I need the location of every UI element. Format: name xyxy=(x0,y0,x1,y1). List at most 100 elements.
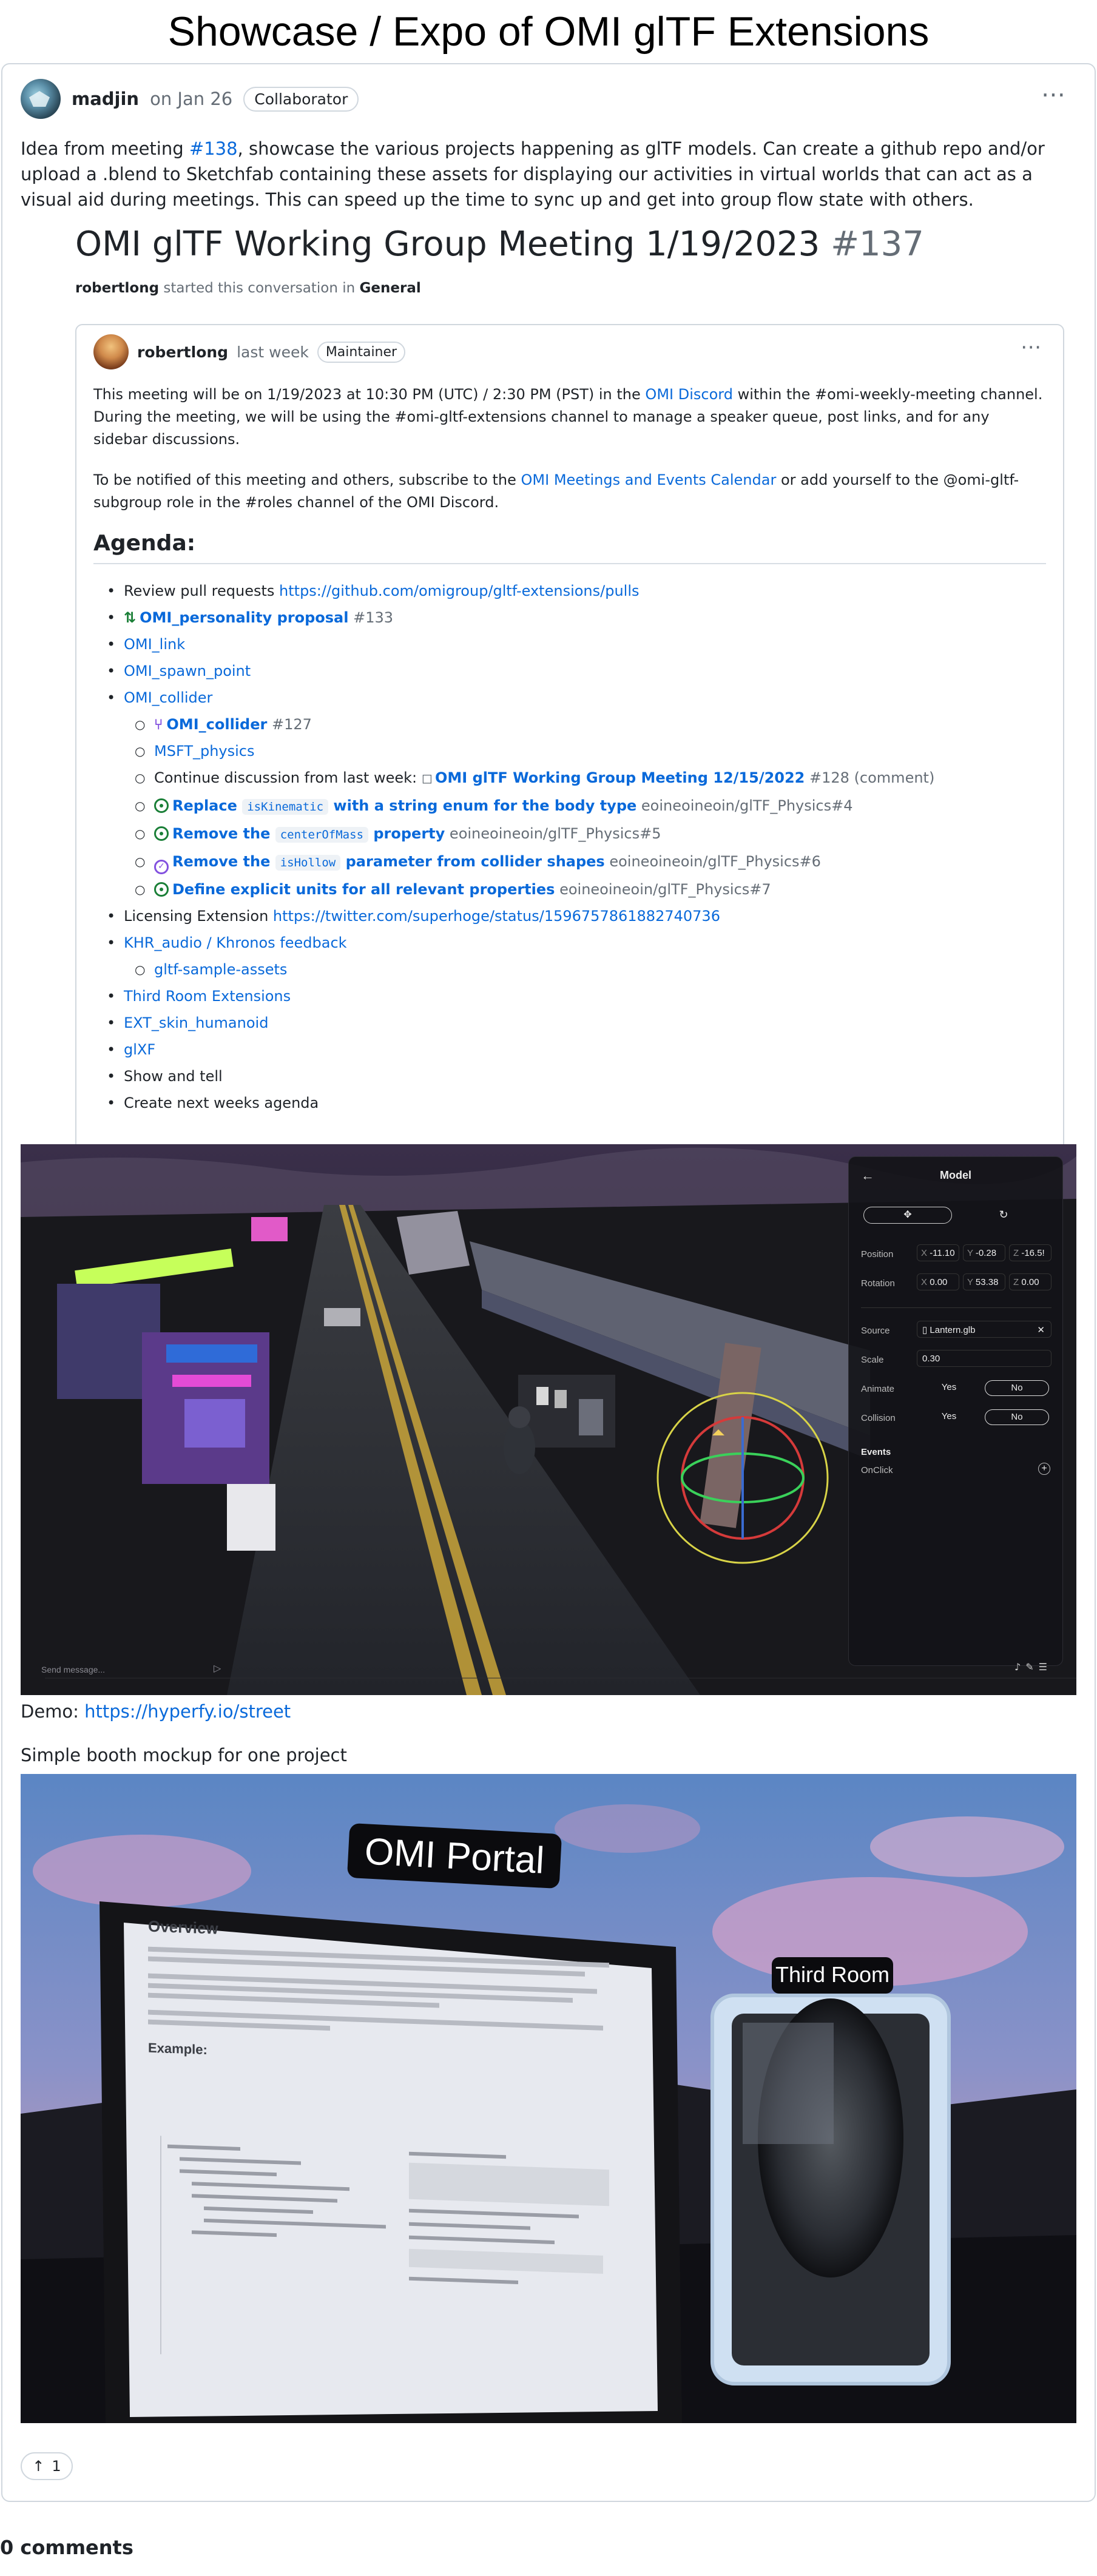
rotation-z-input[interactable]: Z 0.00 xyxy=(1009,1273,1051,1290)
onclick-label: OnClick xyxy=(861,1465,893,1475)
rotate-tool-button[interactable]: ↻ xyxy=(959,1207,1048,1224)
embed-card-date: last week xyxy=(237,343,309,361)
personality-ref: OMI_personality proposal xyxy=(140,609,349,626)
ext-skin-link: EXT_skin_humanoid xyxy=(124,1014,269,1031)
collision-yes-button[interactable]: Yes xyxy=(917,1409,981,1425)
add-event-icon[interactable]: + xyxy=(1038,1463,1050,1475)
avatar xyxy=(93,334,129,369)
list-item: EXT_skin_humanoid xyxy=(107,1010,1046,1036)
pull-request-icon: ⇅ xyxy=(124,609,137,626)
msft-physics-link: MSFT_physics xyxy=(154,743,255,760)
list-item: ⑂OMI_collider #127 xyxy=(135,711,1046,738)
pulls-link: https://github.com/omigroup/gltf-extensi… xyxy=(279,582,640,599)
text-line xyxy=(148,2009,603,2031)
position-z-input[interactable]: Z -16.5! xyxy=(1009,1244,1051,1261)
author-name[interactable]: madjin xyxy=(72,89,139,109)
scale-label: Scale xyxy=(861,1355,884,1365)
meeting-138-link[interactable]: #138 xyxy=(189,138,238,159)
overview-document-panel: Overview Example: xyxy=(148,1917,646,2420)
embed-category: General xyxy=(359,280,421,296)
position-label: Position xyxy=(861,1249,894,1259)
notify-paragraph: To be notified of this meeting and other… xyxy=(93,469,1046,514)
booth-caption: Simple booth mockup for one project xyxy=(21,1745,347,1765)
animate-yes-button[interactable]: Yes xyxy=(917,1380,981,1396)
scale-value: 0.30 xyxy=(922,1354,940,1364)
page-title: Showcase / Expo of OMI glTF Extensions xyxy=(167,8,930,55)
menu-icon[interactable]: ☰ xyxy=(1039,1661,1052,1673)
rotation-x-input[interactable]: X 0.00 xyxy=(917,1273,959,1290)
demo-label: Demo: xyxy=(21,1701,85,1722)
discussion-icon: ◻ xyxy=(421,771,433,786)
position-y-input[interactable]: Y -0.28 xyxy=(963,1244,1005,1261)
more-options-icon[interactable]: ⋯ xyxy=(1041,83,1067,107)
panel-title: Model xyxy=(940,1169,971,1181)
list-item: Review pull requests https://github.com/… xyxy=(107,578,1046,604)
issue-repo: eoineoineoin/glTF_Physics#4 xyxy=(636,797,853,814)
list-item: ⇅OMI_personality proposal #133 xyxy=(107,604,1046,631)
post-date[interactable]: on Jan 26 xyxy=(150,89,232,109)
rotation-y-input[interactable]: Y 53.38 xyxy=(963,1273,1005,1290)
sample-assets-link: gltf-sample-assets xyxy=(154,961,288,978)
text: Show and tell xyxy=(124,1068,223,1085)
embed-title-text: OMI glTF Working Group Meeting 1/19/2023 xyxy=(75,224,820,264)
meeting-paragraph: This meeting will be on 1/19/2023 at 10:… xyxy=(93,383,1046,451)
events-heading: Events xyxy=(861,1447,891,1457)
issue-title: property xyxy=(368,825,445,842)
list-item: Licensing Extension https://twitter.com/… xyxy=(107,903,1046,929)
animate-no-button[interactable]: No xyxy=(985,1380,1049,1396)
list-item: glXF xyxy=(107,1036,1046,1063)
move-tool-button[interactable]: ✥ xyxy=(863,1207,952,1224)
mic-icon[interactable]: ♪ xyxy=(1014,1661,1025,1673)
omi-link-link: OMI_link xyxy=(124,636,186,653)
ref-number: #127 xyxy=(271,716,312,733)
merged-pr-icon: ⑂ xyxy=(154,716,163,733)
text: Create next weeks agenda xyxy=(124,1094,319,1111)
discussion-post: madjin on Jan 26 Collaborator ⋯ Idea fro… xyxy=(1,63,1096,2502)
toolbar-icons: ♪✎☰ xyxy=(1014,1661,1052,1673)
collision-label: Collision xyxy=(861,1413,896,1423)
embed-title: OMI glTF Working Group Meeting 1/19/2023… xyxy=(75,224,924,264)
rotation-x: 0.00 xyxy=(930,1277,948,1287)
embed-starter: robertlong xyxy=(75,280,160,296)
source-file-field[interactable]: ▯ Lantern.glb ✕ xyxy=(917,1321,1051,1338)
position-x-input[interactable]: X -11.10 xyxy=(917,1244,959,1261)
upvote-count: 1 xyxy=(52,2458,61,2475)
issue-title: Define explicit units for all relevant p… xyxy=(172,881,555,898)
send-icon[interactable]: ▷ xyxy=(214,1662,221,1674)
list-item: MSFT_physics xyxy=(135,738,1046,764)
calendar-link: OMI Meetings and Events Calendar xyxy=(521,471,777,488)
issue-title: parameter from collider shapes xyxy=(340,853,605,870)
source-label: Source xyxy=(861,1326,890,1336)
embed-number: #137 xyxy=(831,224,924,264)
issue-repo: eoineoineoin/glTF_Physics#7 xyxy=(555,881,771,898)
issue-title: with a string enum for the body type xyxy=(328,797,637,814)
list-item: Remove the centerOfMass property eoineoi… xyxy=(135,820,1046,848)
khr-audio-link: KHR_audio / Khronos feedback xyxy=(124,934,347,951)
collision-no-button[interactable]: No xyxy=(985,1409,1049,1425)
schema-column xyxy=(409,2145,627,2395)
spawn-point-link: OMI_spawn_point xyxy=(124,663,251,679)
embed-card-author: robertlong xyxy=(137,343,229,361)
post-body: Idea from meeting #138, showcase the var… xyxy=(21,136,1076,212)
embed-card-body: This meeting will be on 1/19/2023 at 10:… xyxy=(93,383,1046,1116)
edit-icon[interactable]: ✎ xyxy=(1025,1661,1038,1673)
list-item: Replace isKinematic with a string enum f… xyxy=(135,792,1046,820)
inline-code: isHollow xyxy=(275,855,341,871)
hyperfy-street-screenshot[interactable]: ← Model ✥ ↻ Position X -11.10 Y -0.28 Z … xyxy=(21,1144,1076,1695)
collider-sublist: ⑂OMI_collider #127 MSFT_physics Continue… xyxy=(135,711,1046,903)
demo-link[interactable]: https://hyperfy.io/street xyxy=(84,1701,291,1722)
inline-code: centerOfMass xyxy=(275,827,369,843)
collider-link: OMI_collider xyxy=(124,689,213,706)
upvote-button[interactable]: ↑ 1 xyxy=(21,2452,73,2480)
booth-mockup-screenshot[interactable]: OMI Portal Third Room Overview Example: xyxy=(21,1774,1076,2423)
clear-icon[interactable]: ✕ xyxy=(1037,1324,1045,1335)
scale-input[interactable]: 0.30 xyxy=(917,1350,1051,1367)
embedded-discussion-screenshot: OMI glTF Working Group Meeting 1/19/2023… xyxy=(21,216,1076,1168)
intro-text-start: Idea from meeting xyxy=(21,138,189,159)
embed-card: robertlong last week Maintainer ⋯ This m… xyxy=(75,324,1064,1168)
avatar[interactable] xyxy=(21,79,61,119)
model-inspector-panel: ← Model ✥ ↻ Position X -11.10 Y -0.28 Z … xyxy=(848,1156,1063,1666)
issue-repo: eoineoineoin/glTF_Physics#6 xyxy=(604,853,821,870)
chat-input[interactable]: Send message... xyxy=(41,1665,105,1674)
open-issue-icon xyxy=(154,882,169,897)
